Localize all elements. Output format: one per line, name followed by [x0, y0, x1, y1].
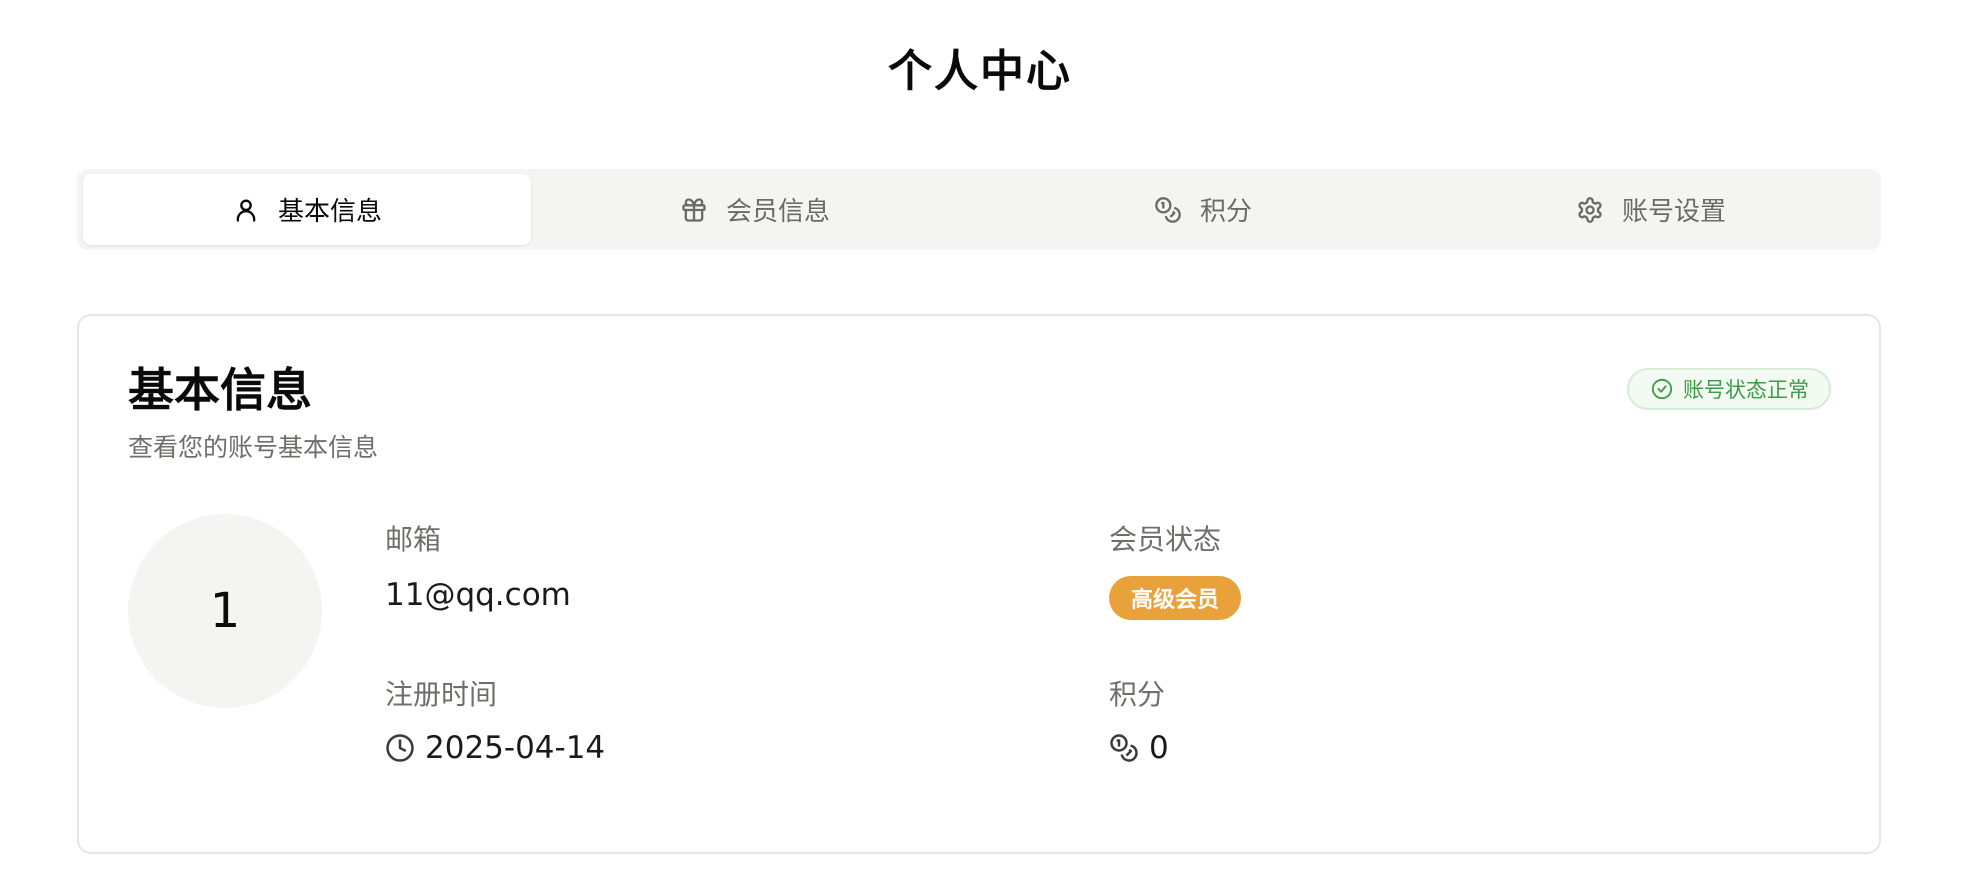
coins-icon [1154, 196, 1182, 224]
points-label: 积分 [1109, 678, 1166, 711]
tab-membership-info[interactable]: 会员信息 [531, 174, 979, 245]
register-time-label: 注册时间 [385, 678, 498, 711]
page-title: 个人中心 [888, 46, 1072, 97]
coins-icon [1110, 734, 1138, 762]
tab-label: 账号设置 [1621, 197, 1726, 227]
check-circle-icon [1651, 378, 1673, 400]
card-subtitle: 查看您的账号基本信息 [128, 433, 379, 462]
email-label: 邮箱 [385, 523, 442, 556]
points-text: 0 [1149, 730, 1169, 766]
gear-icon [1576, 196, 1604, 224]
card-title: 基本信息 [128, 363, 312, 417]
gift-icon [680, 196, 708, 224]
tab-label: 会员信息 [725, 197, 830, 227]
avatar: 1 [128, 514, 322, 708]
account-status-text: 账号状态正常 [1683, 378, 1809, 402]
tab-bar: 基本信息 会员信息 积分 账号设置 [77, 169, 1881, 250]
member-status-badge: 高级会员 [1109, 576, 1242, 620]
member-status-label: 会员状态 [1109, 523, 1222, 556]
clock-icon [386, 734, 414, 762]
tab-account-settings[interactable]: 账号设置 [1427, 174, 1875, 245]
register-time-value: 2025-04-14 [385, 727, 605, 769]
points-value: 0 [1109, 727, 1169, 769]
register-time-text: 2025-04-14 [425, 730, 606, 766]
tab-label: 积分 [1199, 197, 1252, 227]
profile-page: 个人中心 基本信息 会员信息 积分 账号设置 基本信息 查看您的账号基本信息 账… [0, 0, 1986, 878]
account-status-badge: 账号状态正常 [1627, 368, 1831, 410]
tab-basic-info[interactable]: 基本信息 [83, 174, 531, 245]
basic-info-card: 基本信息 查看您的账号基本信息 账号状态正常 1 邮箱 11@qq.com 会员… [77, 314, 1881, 854]
email-text: 11@qq.com [385, 577, 571, 613]
tab-points[interactable]: 积分 [979, 174, 1427, 245]
user-icon [232, 196, 260, 224]
tab-label: 基本信息 [277, 197, 382, 227]
email-value: 11@qq.com [385, 574, 571, 616]
